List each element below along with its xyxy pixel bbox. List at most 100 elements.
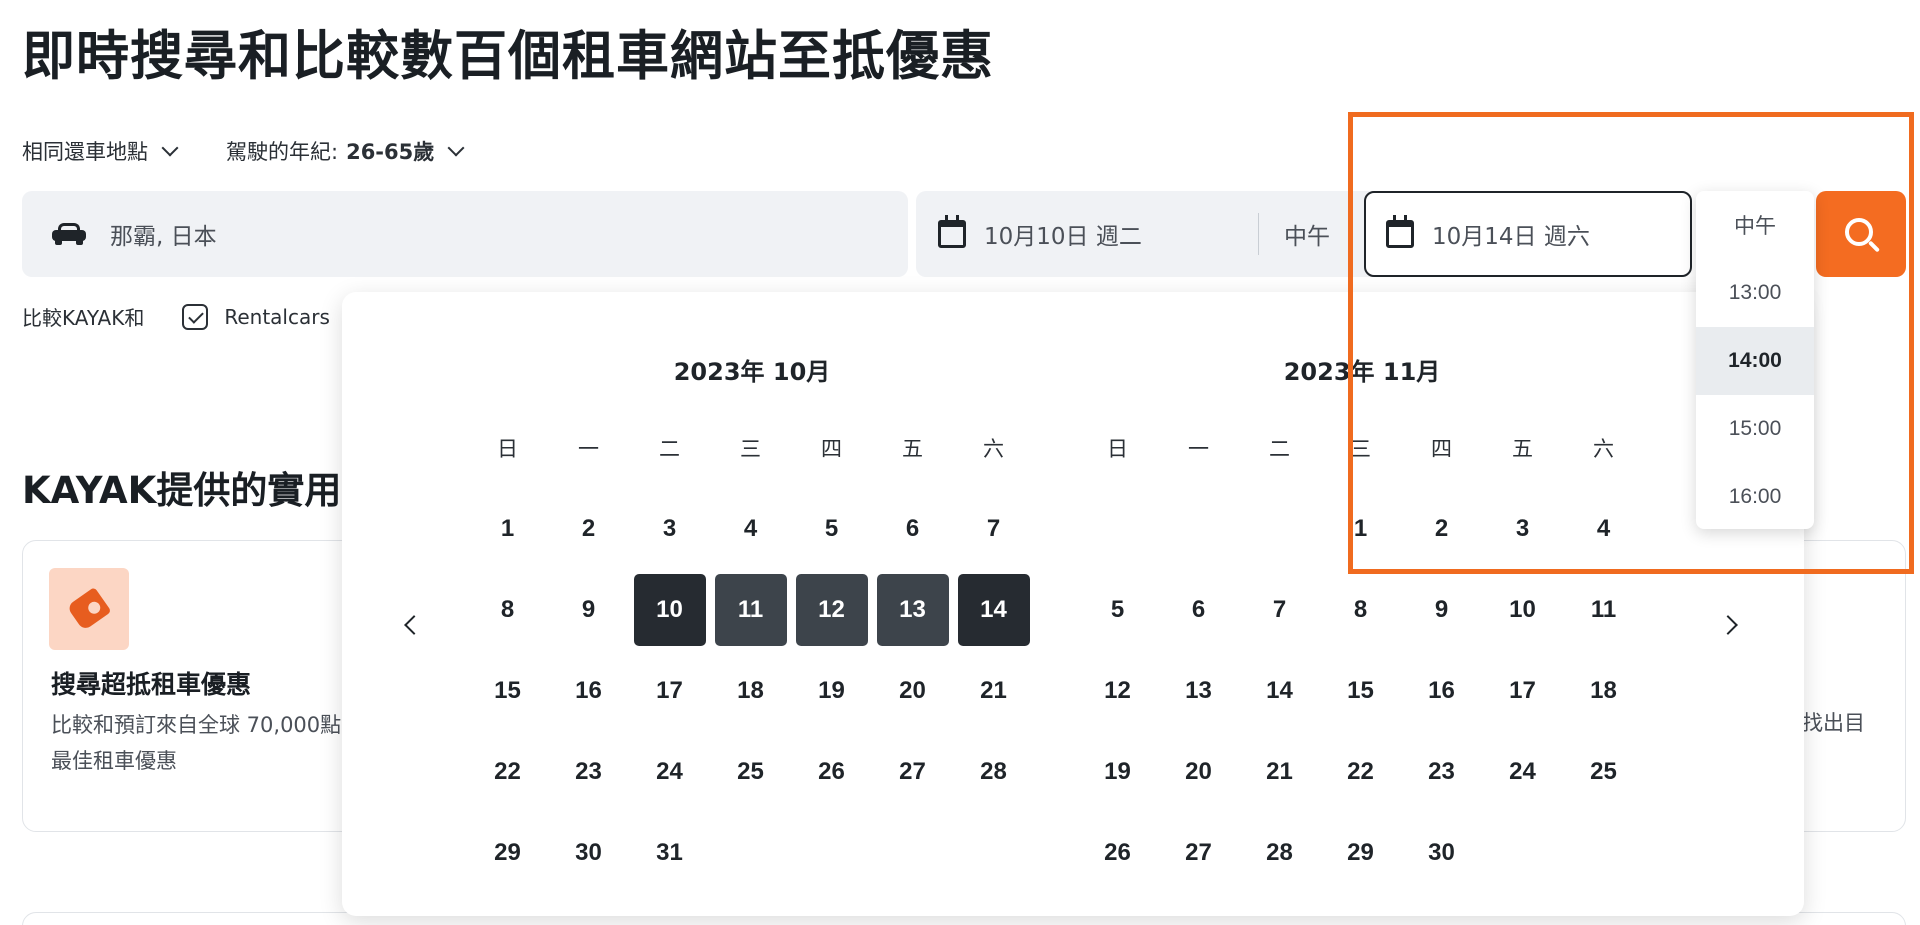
day-cell[interactable]: 21 (1239, 731, 1320, 812)
day-number: 7 (1272, 595, 1287, 623)
day-cell[interactable]: 29 (1320, 812, 1401, 893)
day-cell[interactable]: 15 (467, 650, 548, 731)
day-cell[interactable]: 24 (1482, 731, 1563, 812)
day-cell[interactable]: 27 (872, 731, 953, 812)
day-cell[interactable]: 10 (1482, 569, 1563, 650)
day-cell[interactable]: 9 (548, 569, 629, 650)
day-cell[interactable]: 30 (548, 812, 629, 893)
day-number: 2 (581, 514, 596, 542)
day-cell[interactable]: 11 (1563, 569, 1644, 650)
day-cell[interactable]: 18 (710, 650, 791, 731)
return-location-dropdown[interactable]: 相同還車地點 (22, 136, 179, 166)
day-number: 21 (980, 676, 1007, 704)
day-cell[interactable]: 26 (791, 731, 872, 812)
day-cell[interactable]: 24 (629, 731, 710, 812)
day-cell[interactable]: 2 (548, 488, 629, 569)
day-cell[interactable]: 22 (467, 731, 548, 812)
day-number: 17 (656, 676, 683, 704)
day-cell[interactable]: 6 (1158, 569, 1239, 650)
weekday-header: 四 (821, 437, 842, 461)
day-cell[interactable]: 27 (1158, 812, 1239, 893)
pickup-location-field[interactable]: 那霸, 日本 (22, 191, 908, 277)
pickup-time-field[interactable]: 中午 (1284, 191, 1330, 277)
day-cell[interactable]: 10 (629, 569, 710, 650)
page-headline: 即時搜尋和比較數百個租車網站至抵優惠 (22, 26, 994, 87)
day-number: 13 (876, 573, 949, 646)
day-cell[interactable]: 1 (467, 488, 548, 569)
day-cell[interactable]: 28 (1239, 812, 1320, 893)
day-cell[interactable]: 15 (1320, 650, 1401, 731)
time-option[interactable]: 中午 (1696, 191, 1814, 259)
day-cell[interactable]: 23 (548, 731, 629, 812)
day-cell[interactable]: 31 (629, 812, 710, 893)
day-number: 7 (986, 514, 1001, 542)
day-number: 5 (824, 514, 839, 542)
day-cell[interactable]: 26 (1077, 812, 1158, 893)
previous-month-button[interactable] (396, 610, 426, 640)
day-number: 22 (1347, 757, 1374, 785)
day-number: 20 (899, 676, 926, 704)
pickup-date-field[interactable]: 10月10日 週二 (938, 191, 1142, 277)
day-cell[interactable]: 17 (1482, 650, 1563, 731)
day-cell[interactable]: 25 (1563, 731, 1644, 812)
driver-age-dropdown[interactable]: 駕駛的年紀: 26-65歲 (226, 136, 465, 166)
day-cell[interactable]: 20 (872, 650, 953, 731)
day-number: 10 (633, 573, 706, 646)
day-cell[interactable]: 14 (953, 569, 1034, 650)
time-option[interactable]: 16:00 (1696, 463, 1814, 529)
next-month-button[interactable] (1716, 610, 1746, 640)
day-cell[interactable]: 9 (1401, 569, 1482, 650)
chevron-down-icon (447, 139, 465, 157)
day-cell[interactable]: 8 (467, 569, 548, 650)
day-cell[interactable]: 23 (1401, 731, 1482, 812)
compare-checkbox[interactable] (182, 303, 209, 330)
day-cell[interactable]: 19 (1077, 731, 1158, 812)
day-cell[interactable]: 25 (710, 731, 791, 812)
day-cell[interactable]: 1 (1320, 488, 1401, 569)
day-cell[interactable]: 4 (710, 488, 791, 569)
day-cell[interactable]: 5 (791, 488, 872, 569)
day-cell[interactable]: 13 (1158, 650, 1239, 731)
day-cell[interactable]: 7 (1239, 569, 1320, 650)
day-cell[interactable]: 18 (1563, 650, 1644, 731)
day-cell[interactable]: 7 (953, 488, 1034, 569)
return-location-label: 相同還車地點 (22, 140, 148, 164)
time-option[interactable]: 15:00 (1696, 395, 1814, 463)
time-option[interactable]: 13:00 (1696, 259, 1814, 327)
driver-age-label: 駕駛的年紀: (226, 140, 339, 164)
day-cell[interactable]: 4 (1563, 488, 1644, 569)
time-option[interactable]: 14:00 (1696, 327, 1814, 395)
day-number: 25 (1590, 757, 1617, 785)
day-number: 8 (1353, 595, 1368, 623)
day-cell[interactable]: 12 (1077, 650, 1158, 731)
day-cell[interactable]: 21 (953, 650, 1034, 731)
day-cell[interactable]: 20 (1158, 731, 1239, 812)
day-number: 9 (581, 595, 596, 623)
day-cell[interactable]: 16 (1401, 650, 1482, 731)
day-number: 16 (1428, 676, 1455, 704)
day-cell[interactable]: 3 (629, 488, 710, 569)
day-number: 10 (1509, 595, 1536, 623)
day-number: 11 (1590, 595, 1617, 623)
day-number: 22 (494, 757, 521, 785)
day-cell[interactable]: 30 (1401, 812, 1482, 893)
day-cell[interactable]: 11 (710, 569, 791, 650)
day-cell[interactable]: 19 (791, 650, 872, 731)
day-cell[interactable]: 12 (791, 569, 872, 650)
day-number: 6 (1191, 595, 1206, 623)
day-cell[interactable]: 8 (1320, 569, 1401, 650)
day-cell[interactable]: 5 (1077, 569, 1158, 650)
day-cell[interactable]: 3 (1482, 488, 1563, 569)
day-cell[interactable]: 14 (1239, 650, 1320, 731)
day-cell[interactable]: 16 (548, 650, 629, 731)
day-cell[interactable]: 6 (872, 488, 953, 569)
day-cell[interactable]: 13 (872, 569, 953, 650)
search-button[interactable] (1816, 191, 1906, 277)
day-cell[interactable]: 28 (953, 731, 1034, 812)
return-date-field[interactable]: 10月14日 週六 (1364, 191, 1692, 277)
day-cell[interactable]: 22 (1320, 731, 1401, 812)
day-cell[interactable]: 2 (1401, 488, 1482, 569)
day-number: 18 (1590, 676, 1617, 704)
day-cell[interactable]: 29 (467, 812, 548, 893)
day-cell[interactable]: 17 (629, 650, 710, 731)
